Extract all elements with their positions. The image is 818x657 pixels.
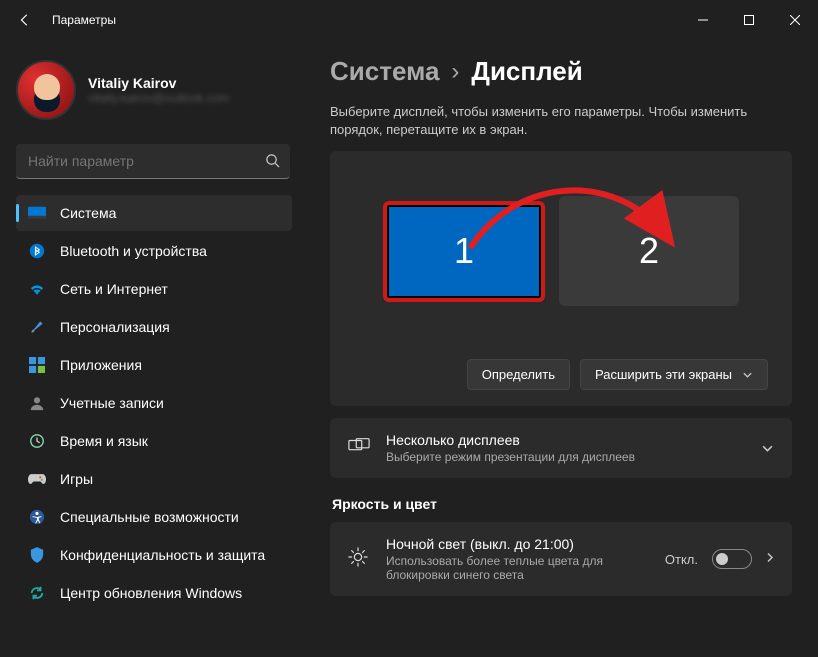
nav-system[interactable]: Система (16, 195, 292, 231)
displays-icon (348, 437, 370, 460)
extend-label: Расширить эти экраны (595, 367, 732, 382)
card-subtitle: Выберите режим презентации для дисплеев (386, 450, 745, 464)
shield-icon (28, 546, 46, 564)
monitor-1[interactable]: 1 (383, 201, 545, 302)
brightness-icon (348, 547, 370, 572)
wifi-icon (28, 280, 46, 298)
search-input[interactable] (16, 144, 290, 179)
nav-label: Bluetooth и устройства (60, 243, 207, 259)
system-icon (28, 204, 46, 222)
nav-accessibility[interactable]: Специальные возможности (16, 499, 292, 535)
nav-gaming[interactable]: Игры (16, 461, 292, 497)
nav-label: Специальные возможности (60, 509, 239, 525)
apps-icon (28, 356, 46, 374)
card-subtitle: Использовать более теплые цвета для блок… (386, 554, 649, 582)
card-title: Несколько дисплеев (386, 432, 745, 448)
nav-privacy[interactable]: Конфиденциальность и защита (16, 537, 292, 573)
nav-label: Игры (60, 471, 93, 487)
accounts-icon (28, 394, 46, 412)
gamepad-icon (28, 470, 46, 488)
chevron-right-icon: › (451, 58, 459, 86)
description-text: Выберите дисплей, чтобы изменить его пар… (330, 103, 792, 139)
nav-label: Конфиденциальность и защита (60, 547, 265, 563)
nav-update[interactable]: Центр обновления Windows (16, 575, 292, 611)
profile-name: Vitaliy Kairov (88, 75, 229, 91)
nav-label: Система (60, 205, 116, 221)
titlebar: Параметры (0, 0, 818, 40)
card-title: Ночной свет (выкл. до 21:00) (386, 536, 649, 552)
search-icon (265, 153, 280, 173)
bluetooth-icon (28, 242, 46, 260)
nav-personalization[interactable]: Персонализация (16, 309, 292, 345)
monitor-canvas[interactable]: 1 2 (354, 181, 768, 321)
nav-label: Сеть и Интернет (60, 281, 168, 297)
nav-label: Приложения (60, 357, 142, 373)
window-controls (680, 0, 818, 40)
breadcrumb-parent[interactable]: Система (330, 56, 439, 87)
monitor-2[interactable]: 2 (559, 196, 739, 306)
main-content: Система › Дисплей Выберите дисплей, чтоб… (310, 40, 818, 657)
nav-apps[interactable]: Приложения (16, 347, 292, 383)
minimize-button[interactable] (680, 0, 726, 40)
page-title: Дисплей (471, 56, 582, 87)
profile-block[interactable]: Vitaliy Kairov vitaliy.kairov@outlook.co… (16, 50, 310, 138)
nav-bluetooth[interactable]: Bluetooth и устройства (16, 233, 292, 269)
nav-time[interactable]: Время и язык (16, 423, 292, 459)
extend-dropdown[interactable]: Расширить эти экраны (580, 359, 768, 390)
accessibility-icon (28, 508, 46, 526)
night-light-card[interactable]: Ночной свет (выкл. до 21:00) Использоват… (330, 522, 792, 596)
nav-list: Система Bluetooth и устройства Сеть и Ин… (16, 195, 310, 611)
nav-label: Центр обновления Windows (60, 585, 242, 601)
display-arrangement-panel: 1 2 Определить Расширить эти экраны (330, 151, 792, 406)
brightness-heading: Яркость и цвет (332, 496, 792, 512)
nav-network[interactable]: Сеть и Интернет (16, 271, 292, 307)
multiple-displays-card[interactable]: Несколько дисплеев Выберите режим презен… (330, 418, 792, 478)
update-icon (28, 584, 46, 602)
search-wrap (16, 144, 290, 179)
night-light-toggle[interactable] (712, 549, 752, 569)
chevron-right-icon (766, 551, 774, 567)
chevron-down-icon (742, 367, 753, 382)
brush-icon (28, 318, 46, 336)
nav-accounts[interactable]: Учетные записи (16, 385, 292, 421)
breadcrumb: Система › Дисплей (330, 56, 792, 87)
toggle-state-label: Откл. (665, 552, 698, 567)
nav-label: Время и язык (60, 433, 148, 449)
chevron-down-icon (761, 441, 774, 456)
nav-label: Персонализация (60, 319, 170, 335)
profile-email: vitaliy.kairov@outlook.com (88, 91, 229, 105)
window-title: Параметры (52, 13, 116, 27)
identify-button[interactable]: Определить (467, 359, 570, 390)
sidebar: Vitaliy Kairov vitaliy.kairov@outlook.co… (0, 40, 310, 657)
nav-label: Учетные записи (60, 395, 164, 411)
avatar (16, 60, 76, 120)
clock-icon (28, 432, 46, 450)
close-button[interactable] (772, 0, 818, 40)
back-button[interactable] (18, 13, 32, 27)
maximize-button[interactable] (726, 0, 772, 40)
